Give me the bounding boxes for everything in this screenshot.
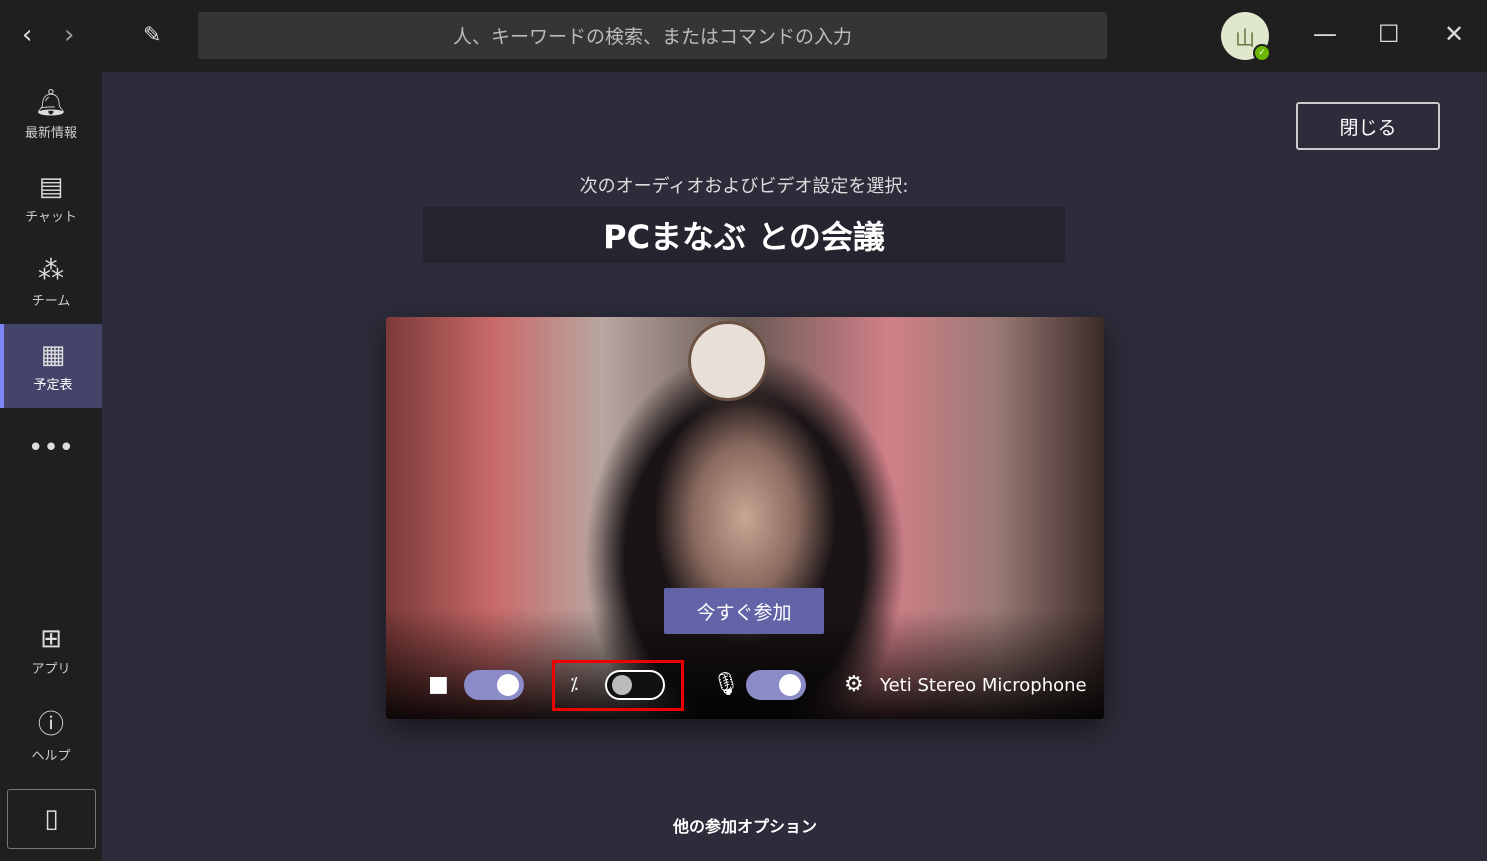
device-settings-link[interactable]: Yeti Stereo Microphone: [880, 675, 1087, 696]
apps-icon: ⊞: [40, 623, 62, 654]
clock-image: [688, 321, 768, 401]
camera-icon: ■: [428, 672, 449, 697]
av-controls: ■ ⁒ 🎙︎ ⚙ Yeti Stereo Microphone: [386, 660, 1104, 712]
video-preview: [386, 317, 1104, 719]
sidebar-item-label: 最新情報: [24, 125, 77, 141]
sidebar-item-chat[interactable]: ▤ チャット: [0, 156, 102, 240]
sidebar-item-teams[interactable]: ⁂ チーム: [0, 240, 102, 324]
ellipsis-icon: •••: [27, 433, 74, 463]
sidebar: 🔔︎ 最新情報 ▤ チャット ⁂ チーム ▦ 予定表 ••• ⊞ アプリ ⓘ ヘルプ ▯: [0, 72, 102, 861]
microphone-icon: 🎙︎: [712, 672, 740, 697]
microphone-toggle[interactable]: [746, 670, 806, 700]
join-now-button[interactable]: 今すぐ参加: [664, 588, 824, 634]
sidebar-item-help[interactable]: ⓘ ヘルプ: [0, 692, 102, 776]
teams-icon: ⁂: [38, 255, 64, 286]
close-window-icon[interactable]: ✕: [1444, 20, 1464, 48]
chat-icon: ▤: [38, 171, 64, 202]
title-bar: ‹ › ✎ 人、キーワードの検索、またはコマンドの入力 山 ✓ — ☐ ✕: [0, 0, 1487, 72]
camera-toggle[interactable]: [464, 670, 524, 700]
sidebar-item-activity[interactable]: 🔔︎ 最新情報: [0, 72, 102, 156]
close-button[interactable]: 閉じる: [1296, 102, 1440, 150]
avatar[interactable]: 山 ✓: [1221, 12, 1271, 62]
sidebar-item-label: チーム: [31, 293, 71, 309]
help-icon: ⓘ: [37, 710, 64, 740]
back-icon[interactable]: ‹: [22, 20, 32, 50]
sidebar-item-label: 予定表: [33, 377, 73, 393]
bell-icon: 🔔︎: [34, 87, 68, 118]
settings-prompt: 次のオーディオおよびビデオ設定を選択:: [579, 176, 909, 197]
search-input[interactable]: 人、キーワードの検索、またはコマンドの入力: [198, 12, 1107, 59]
mobile-app-button[interactable]: ▯: [7, 789, 96, 849]
avatar-initial: 山: [1235, 25, 1255, 50]
background-blur-toggle[interactable]: [605, 670, 665, 700]
compose-icon[interactable]: ✎: [143, 23, 161, 48]
sidebar-item-label: ヘルプ: [31, 749, 71, 764]
sidebar-item-label: チャット: [25, 209, 77, 225]
settings-gear-icon[interactable]: ⚙: [844, 672, 864, 697]
minimize-icon[interactable]: —: [1313, 20, 1337, 48]
meeting-title: PCまなぶ との会議: [423, 207, 1065, 263]
sidebar-item-apps[interactable]: ⊞ アプリ: [0, 608, 102, 692]
presence-available-icon: ✓: [1253, 44, 1271, 62]
calendar-icon: ▦: [40, 339, 66, 370]
maximize-icon[interactable]: ☐: [1378, 20, 1400, 48]
forward-icon[interactable]: ›: [64, 20, 74, 50]
more-apps-button[interactable]: •••: [0, 408, 102, 492]
search-placeholder: 人、キーワードの検索、またはコマンドの入力: [452, 26, 852, 48]
sidebar-item-label: アプリ: [31, 661, 71, 677]
background-blur-icon: ⁒: [570, 674, 579, 695]
other-join-options-link[interactable]: 他の参加オプション: [386, 813, 1104, 837]
phone-icon: ▯: [44, 804, 59, 834]
sidebar-item-calendar[interactable]: ▦ 予定表: [0, 324, 102, 408]
